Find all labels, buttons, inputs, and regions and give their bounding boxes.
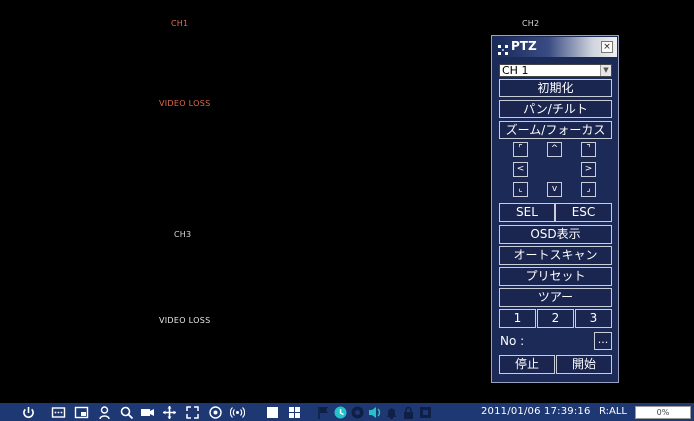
video-loss-ch3: VIDEO LOSS xyxy=(159,316,211,325)
lock-icon xyxy=(401,405,416,420)
no-label: No : xyxy=(500,334,525,348)
number-2-button[interactable]: 2 xyxy=(537,309,574,328)
dir-left-button[interactable]: < xyxy=(513,162,528,177)
more-button[interactable]: ... xyxy=(594,332,612,350)
osd-button[interactable]: OSD表示 xyxy=(499,225,612,244)
dir-up-right-button[interactable]: ⌝ xyxy=(581,142,596,157)
ptz-grip-icon xyxy=(497,41,509,55)
network-icon xyxy=(418,405,433,420)
preset-button[interactable]: プリセット xyxy=(499,267,612,286)
start-button[interactable]: 開始 xyxy=(556,355,612,374)
dir-up-button[interactable]: ^ xyxy=(547,142,562,157)
search-icon[interactable] xyxy=(119,405,134,420)
dir-up-left-button[interactable]: ⌜ xyxy=(513,142,528,157)
record-icon xyxy=(350,405,365,420)
dir-down-button[interactable]: v xyxy=(547,182,562,197)
ptz-title: PTZ xyxy=(511,39,537,53)
zoom-icon[interactable] xyxy=(185,405,200,420)
wireless-icon[interactable] xyxy=(230,405,245,420)
single-view-icon[interactable] xyxy=(265,405,280,420)
channel-select[interactable]: CH 1 ▼ xyxy=(499,64,612,77)
speaker-icon xyxy=(367,405,382,420)
esc-button[interactable]: ESC xyxy=(555,203,612,222)
number-3-button[interactable]: 3 xyxy=(575,309,612,328)
taskbar: 2011/01/06 17:39:16 R:ALL 0% xyxy=(0,403,694,421)
clock-icon xyxy=(333,405,348,420)
number-1-button[interactable]: 1 xyxy=(499,309,536,328)
focus-icon[interactable] xyxy=(208,405,223,420)
init-button[interactable]: 初期化 xyxy=(499,79,612,97)
pan-tilt-button[interactable]: パン/チルト xyxy=(499,100,612,118)
display-icon[interactable] xyxy=(74,405,89,420)
dir-down-left-button[interactable]: ⌞ xyxy=(513,182,528,197)
dir-down-right-button[interactable]: ⌟ xyxy=(581,182,596,197)
menu-icon[interactable] xyxy=(51,405,66,420)
chevron-down-icon[interactable]: ▼ xyxy=(600,65,611,76)
record-mode-label: R:ALL xyxy=(599,406,627,417)
camera-icon[interactable] xyxy=(140,405,155,420)
ptz-panel: PTZ × CH 1 ▼ 初期化 パン/チルト ズーム/フォーカス ⌜ ^ ⌝ … xyxy=(491,35,619,383)
dir-right-button[interactable]: > xyxy=(581,162,596,177)
sel-button[interactable]: SEL xyxy=(499,203,555,222)
move-icon[interactable] xyxy=(162,405,177,420)
close-icon[interactable]: × xyxy=(601,41,613,53)
quad-view-icon[interactable] xyxy=(287,405,302,420)
power-icon[interactable] xyxy=(21,405,36,420)
flag-icon xyxy=(316,405,331,420)
channel-label-ch3: CH3 xyxy=(174,230,192,239)
channel-select-value: CH 1 xyxy=(502,64,529,77)
alarm-icon xyxy=(384,405,399,420)
ptz-titlebar[interactable]: PTZ × xyxy=(493,37,617,57)
video-loss-ch1: VIDEO LOSS xyxy=(159,99,211,108)
channel-label-ch1: CH1 xyxy=(171,19,189,28)
zoom-focus-button[interactable]: ズーム/フォーカス xyxy=(499,121,612,139)
channel-label-ch2: CH2 xyxy=(522,19,540,28)
datetime-display: 2011/01/06 17:39:16 xyxy=(481,406,591,417)
search-person-icon[interactable] xyxy=(97,405,112,420)
hdd-usage-indicator: 0% xyxy=(635,406,691,419)
tour-button[interactable]: ツアー xyxy=(499,288,612,307)
autoscan-button[interactable]: オートスキャン xyxy=(499,246,612,265)
stop-button[interactable]: 停止 xyxy=(499,355,555,374)
